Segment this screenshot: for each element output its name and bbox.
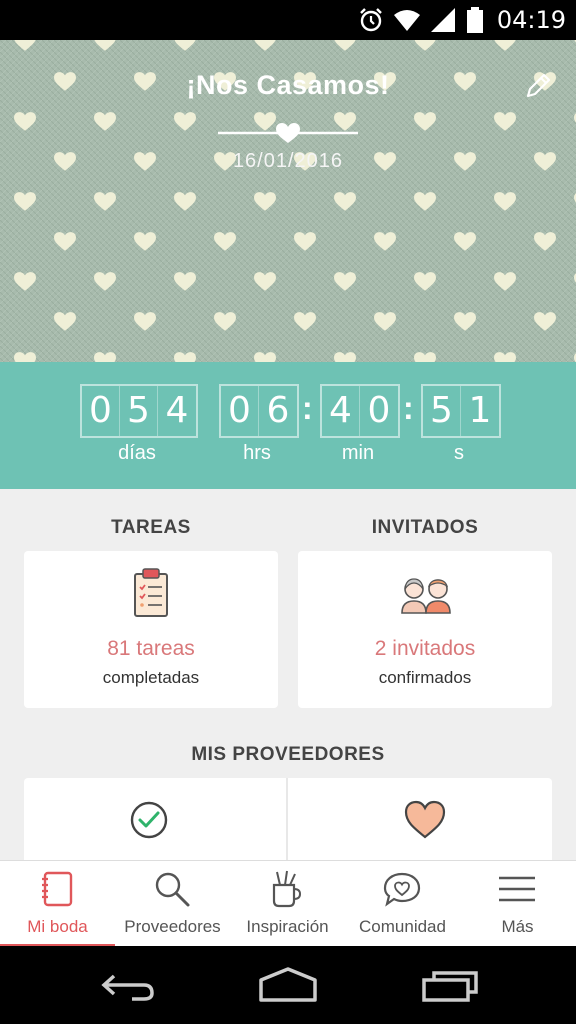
- wedding-date: 16/01/2016: [232, 150, 344, 172]
- providers-card: [24, 778, 552, 860]
- home-icon[interactable]: [258, 966, 318, 1006]
- notebook-icon: [42, 871, 73, 907]
- nav-label: Más: [501, 917, 534, 936]
- digit: 0: [367, 390, 391, 431]
- alarm-icon: [359, 8, 382, 32]
- nav-item-comunidad[interactable]: Comunidad: [345, 861, 460, 947]
- couple-icon: [401, 578, 451, 614]
- status-time: 04:19: [496, 6, 566, 34]
- seconds-label: s: [454, 442, 464, 464]
- bottom-navigation: Mi boda Proveedores Inspiración Comunida…: [0, 860, 576, 947]
- recent-apps-icon[interactable]: [420, 966, 480, 1006]
- battery-icon: [466, 7, 483, 33]
- heart-icon[interactable]: [404, 800, 446, 840]
- nav-item-inspiracion[interactable]: Inspiración: [230, 861, 345, 947]
- providers-section-title: MIS PROVEEDORES: [191, 744, 385, 765]
- countdown-panel: 0 5 4 0 6 : 4 0 : 5 1 días hrs min s: [0, 362, 576, 489]
- guests-section-title: INVITADOS: [371, 517, 479, 538]
- days-digits: 0 5 4: [80, 384, 198, 438]
- nav-label: Mi boda: [27, 917, 88, 936]
- minutes-digits: 4 0: [320, 384, 400, 438]
- guests-subtitle: confirmados: [378, 668, 472, 687]
- tasks-section-title: TAREAS: [111, 517, 191, 538]
- guests-card[interactable]: 2 invitados confirmados: [298, 551, 552, 708]
- chat-heart-icon: [383, 872, 421, 907]
- system-navigation-bar: [0, 946, 576, 1024]
- signal-icon: [430, 8, 455, 32]
- back-icon[interactable]: [100, 966, 156, 1006]
- tasks-count: 81 tareas: [107, 637, 195, 660]
- hours-digits: 0 6: [219, 384, 299, 438]
- digit: 1: [468, 390, 492, 431]
- divider: [286, 778, 288, 860]
- tasks-card[interactable]: 81 tareas completadas: [24, 551, 278, 708]
- nav-item-mi-boda[interactable]: Mi boda: [0, 861, 115, 947]
- digit: 0: [82, 386, 120, 436]
- clipboard-icon: [134, 568, 168, 617]
- digit: 5: [423, 386, 461, 436]
- colon-separator: :: [302, 390, 313, 426]
- colon-separator: :: [403, 390, 414, 426]
- wedding-title: ¡Nos Casamos!: [186, 70, 390, 100]
- nav-label: Comunidad: [359, 917, 446, 936]
- brush-cup-icon: [272, 870, 302, 908]
- nav-item-mas[interactable]: Más: [460, 861, 575, 947]
- pencil-icon[interactable]: [522, 70, 554, 102]
- dashboard-content: TAREAS INVITADOS 81 tareas completadas 2…: [0, 489, 576, 860]
- guests-count: 2 invitados: [374, 637, 476, 660]
- search-icon: [155, 872, 190, 907]
- days-label: días: [118, 442, 156, 464]
- menu-icon: [499, 876, 535, 902]
- nav-label: Inspiración: [246, 917, 329, 936]
- status-bar: 04:19: [0, 0, 576, 40]
- heart-divider-icon: [218, 123, 358, 143]
- minutes-label: min: [341, 442, 375, 464]
- digit: 4: [322, 386, 360, 436]
- seconds-digits: 5 1: [421, 384, 501, 438]
- hours-label: hrs: [243, 442, 271, 464]
- wedding-header: ¡Nos Casamos! 16/01/2016: [0, 40, 576, 362]
- digit: 6: [266, 390, 290, 431]
- check-circle-icon[interactable]: [129, 800, 169, 840]
- wifi-icon: [393, 10, 420, 31]
- digit: 4: [165, 390, 189, 431]
- digit: 5: [120, 386, 158, 436]
- digit: 0: [221, 386, 259, 436]
- nav-label: Proveedores: [124, 917, 221, 936]
- nav-item-proveedores[interactable]: Proveedores: [115, 861, 230, 947]
- tasks-subtitle: completadas: [102, 668, 200, 687]
